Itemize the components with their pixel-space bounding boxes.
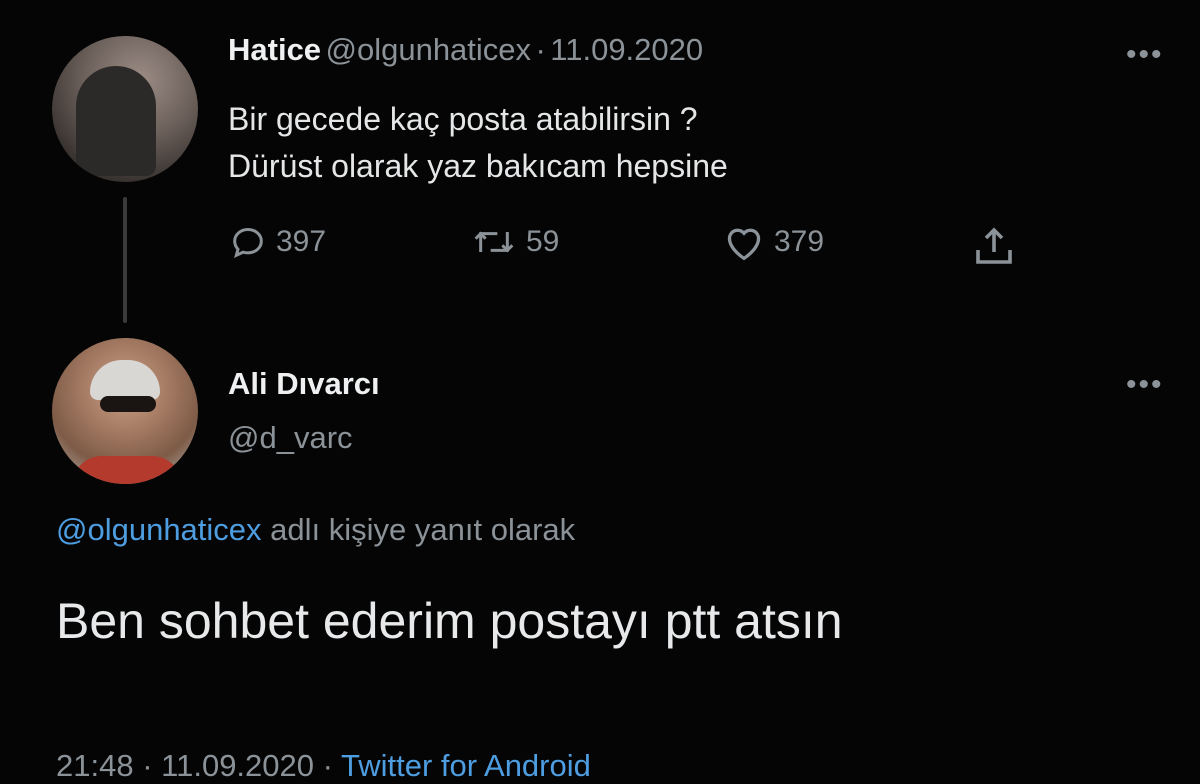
- share-icon: [976, 227, 1012, 264]
- avatar-ali[interactable]: [52, 338, 198, 484]
- thread-line: [123, 197, 127, 323]
- tweet2-handle[interactable]: @d_varc: [228, 420, 353, 456]
- tweet2-sep1: ·: [142, 748, 153, 783]
- like-count: 379: [774, 225, 825, 258]
- reply-to-handle[interactable]: @olgunhaticex: [56, 512, 262, 547]
- reply-button[interactable]: 397: [228, 222, 326, 262]
- reply-icon: [233, 227, 263, 259]
- tweet1-text: Bir gecede kaç posta atabilirsin ? Dürüs…: [228, 96, 728, 190]
- retweet-icon: [474, 231, 514, 253]
- tweet1-date[interactable]: 11.09.2020: [550, 32, 703, 67]
- tweet1-line1: Bir gecede kaç posta atabilirsin ?: [228, 101, 698, 137]
- tweet2-sep2: ·: [322, 748, 333, 783]
- like-icon: [727, 228, 761, 261]
- like-button[interactable]: 379: [722, 222, 824, 262]
- reply-to-text: adlı kişiye yanıt olarak: [270, 512, 576, 547]
- more-icon[interactable]: •••: [1126, 368, 1164, 402]
- retweet-count: 59: [526, 225, 560, 258]
- reply-context: @olgunhaticex adlı kişiye yanıt olarak: [56, 512, 575, 548]
- share-button[interactable]: [970, 222, 1018, 275]
- tweet2-text: Ben sohbet ederim postayı ptt atsın: [56, 593, 843, 649]
- avatar-hatice[interactable]: [52, 36, 198, 182]
- tweet2-name[interactable]: Ali Dıvarcı: [228, 366, 380, 402]
- tweet1-handle[interactable]: @olgunhaticex: [326, 32, 532, 67]
- tweet1-name[interactable]: Hatice: [228, 32, 321, 67]
- tweet1-sep: ·: [535, 32, 546, 67]
- tweet2-source[interactable]: Twitter for Android: [341, 748, 591, 783]
- tweet1-header: Hatice @olgunhaticex · 11.09.2020: [228, 32, 703, 68]
- tweet2-time: 21:48: [56, 748, 134, 783]
- tweet2-date: 11.09.2020: [161, 748, 315, 783]
- more-icon[interactable]: •••: [1126, 38, 1164, 72]
- tweet1-line2: Dürüst olarak yaz bakıcam hepsine: [228, 148, 728, 184]
- reply-count: 397: [276, 225, 327, 258]
- tweet2-meta: 21:48 · 11.09.2020 · Twitter for Android: [56, 748, 591, 784]
- retweet-button[interactable]: 59: [470, 222, 559, 262]
